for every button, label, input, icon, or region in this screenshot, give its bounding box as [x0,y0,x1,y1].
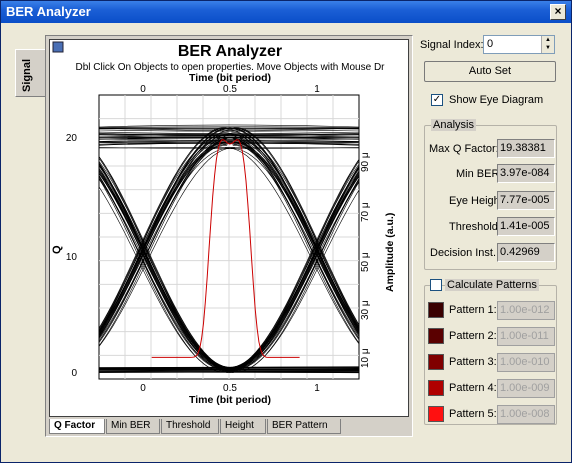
top-tick-1: 0.5 [223,84,237,95]
bottom-tick-0: 0 [140,383,146,394]
pattern-5-value[interactable]: 1.00e-008 [497,405,555,424]
tab-signal[interactable]: Signal [15,49,45,97]
left-tick-20: 20 [66,133,78,144]
right-tick-10: 10 μ [360,348,371,368]
pattern-2-color-swatch[interactable] [428,328,444,344]
show-eye-label: Show Eye Diagram [449,94,544,106]
window-title: BER Analyzer [6,4,91,19]
pattern-1-label: Pattern 1: [449,304,497,316]
bottom-tab-row: Q Factor Min BER Threshold Height BER Pa… [49,419,409,435]
right-tick-30: 30 μ [360,300,371,320]
pattern-3-color-swatch[interactable] [428,354,444,370]
tab-min-ber[interactable]: Min BER [106,419,160,434]
bottom-axis-label: Time (bit period) [189,394,271,406]
right-tick-50: 50 μ [360,252,371,272]
eye-height-value: 7.77e-005 [497,191,555,210]
plot-app-icon[interactable] [52,41,64,53]
tab-ber-pattern[interactable]: BER Pattern [267,419,341,434]
auto-set-button[interactable]: Auto Set [424,61,556,82]
min-ber-value: 3.97e-084 [497,164,555,183]
signal-index-value: 0 [487,38,494,50]
decision-inst-value: 0.42969 [497,243,555,262]
bottom-tick-1: 0.5 [223,383,237,394]
pattern-3-value[interactable]: 1.00e-010 [497,353,555,372]
pattern-1-value[interactable]: 1.00e-012 [497,301,555,320]
right-tick-90: 90 μ [360,152,371,172]
pattern-3-label: Pattern 3: [449,356,497,368]
plot-panel: BER Analyzer Dbl Click On Objects to ope… [45,35,413,437]
calculate-patterns-checkbox[interactable] [430,279,442,291]
tab-q-factor[interactable]: Q Factor [49,419,105,434]
top-tick-2: 1 [314,84,320,95]
right-axis-label: Amplitude (a.u.) [384,213,396,292]
plot-area[interactable]: BER Analyzer Dbl Click On Objects to ope… [49,39,409,417]
min-ber-label: Min BER: [456,168,503,180]
tab-signal-label: Signal [21,58,33,92]
pattern-4-color-swatch[interactable] [428,380,444,396]
pattern-1-color-swatch[interactable] [428,302,444,318]
threshold-value: 1.41e-005 [497,217,555,236]
eye-diagram-chart[interactable]: BER Analyzer Dbl Click On Objects to ope… [50,40,408,416]
pattern-5-color-swatch[interactable] [428,406,444,422]
right-tick-70: 70 μ [360,202,371,222]
title-bar[interactable]: BER Analyzer × [1,1,571,23]
tab-threshold[interactable]: Threshold [161,419,219,434]
top-tick-0: 0 [140,84,146,95]
spinner-arrows-icon[interactable]: ▲ ▼ [541,36,554,53]
signal-index-label: Signal Index: [420,39,484,51]
bottom-tick-2: 1 [314,383,320,394]
max-q-label: Max Q Factor: [429,143,499,155]
decision-inst-label: Decision Inst.: [430,247,500,259]
analysis-group-title: Analysis [431,119,476,131]
top-axis-label: Time (bit period) [189,72,271,84]
pattern-4-value[interactable]: 1.00e-009 [497,379,555,398]
close-button[interactable]: × [550,4,566,20]
show-eye-checkbox[interactable]: ✓ [431,94,443,106]
max-q-value: 19.38381 [497,139,555,158]
left-tick-10: 10 [66,252,78,263]
pattern-4-label: Pattern 4: [449,382,497,394]
left-axis-label: Q [51,245,63,254]
calculate-patterns-label: Calculate Patterns [445,279,539,291]
tab-height[interactable]: Height [220,419,266,434]
pattern-2-value[interactable]: 1.00e-011 [497,327,555,346]
signal-index-spinner[interactable]: 0 ▲ ▼ [483,35,555,54]
pattern-2-label: Pattern 2: [449,330,497,342]
left-tick-0: 0 [71,368,77,379]
threshold-label: Threshold: [449,221,501,233]
ber-analyzer-window: BER Analyzer × Signal BER Analyzer Dbl C… [0,0,572,463]
plot-title: BER Analyzer [178,43,282,60]
pattern-5-label: Pattern 5: [449,408,497,420]
